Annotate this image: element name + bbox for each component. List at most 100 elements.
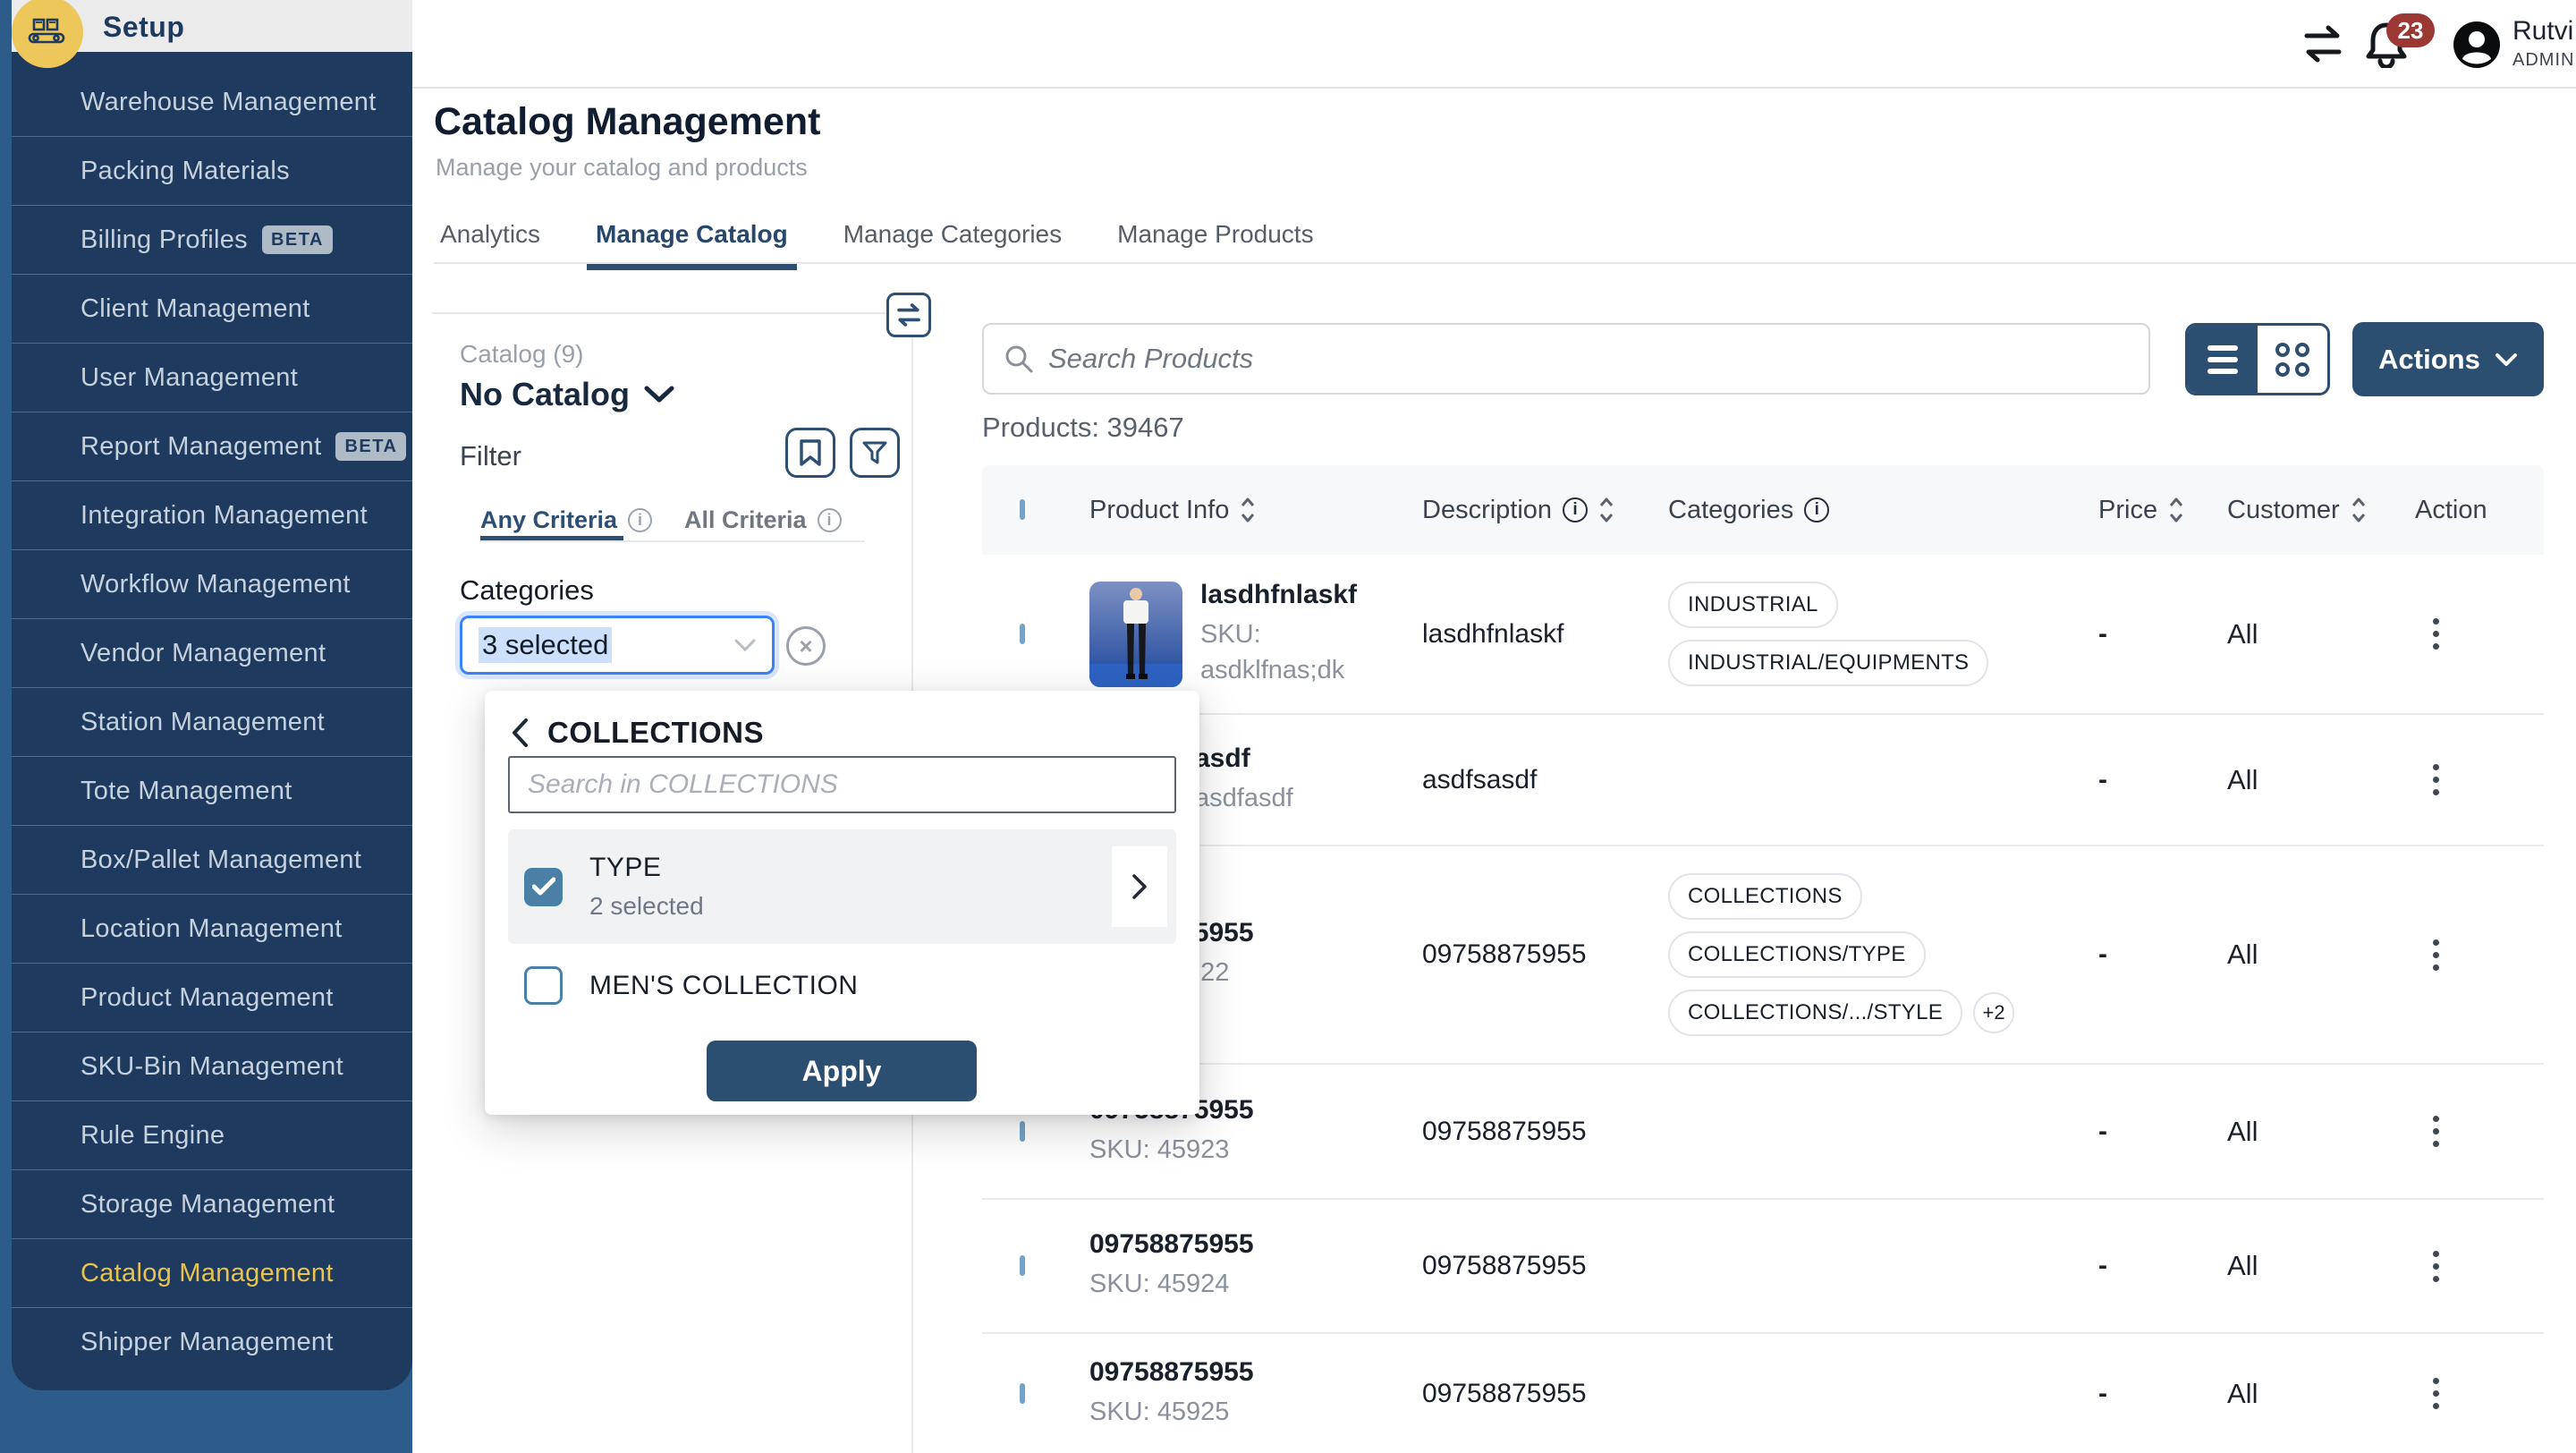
sidebar-item-integration-management[interactable]: Integration Management bbox=[12, 481, 412, 550]
sidebar-item-packing-materials[interactable]: Packing Materials bbox=[12, 137, 412, 206]
category-chip: INDUSTRIAL/EQUIPMENTS bbox=[1668, 640, 1988, 686]
tab-all-criteria[interactable]: All Criteria i bbox=[684, 506, 842, 534]
back-chevron-icon[interactable] bbox=[510, 718, 530, 748]
product-customer: All bbox=[2227, 1378, 2415, 1410]
row-checkbox[interactable] bbox=[1020, 1255, 1025, 1276]
list-view-button[interactable] bbox=[2188, 326, 2258, 393]
apply-button[interactable]: Apply bbox=[707, 1041, 977, 1101]
sidebar-item-label: Integration Management bbox=[80, 501, 368, 531]
sidebar-item-label: Location Management bbox=[80, 914, 343, 944]
column-price[interactable]: Price bbox=[2098, 496, 2227, 525]
category-chip: COLLECTIONS/.../STYLE bbox=[1668, 990, 1962, 1036]
chevron-down-icon bbox=[2495, 353, 2518, 367]
column-customer[interactable]: Customer bbox=[2227, 496, 2415, 525]
popup-search-input[interactable] bbox=[508, 756, 1176, 813]
sidebar-item-product-management[interactable]: Product Management bbox=[12, 964, 412, 1032]
sidebar-item-workflow-management[interactable]: Workflow Management bbox=[12, 550, 412, 619]
sidebar-item-warehouse-management[interactable]: Warehouse Management bbox=[12, 68, 412, 137]
tab-any-criteria[interactable]: Any Criteria i bbox=[480, 506, 652, 534]
sidebar-item-tote-management[interactable]: Tote Management bbox=[12, 757, 412, 826]
tab-manage-products[interactable]: Manage Products bbox=[1117, 220, 1313, 270]
filter-button[interactable] bbox=[850, 428, 900, 478]
sidebar-item-label: Billing Profiles bbox=[80, 225, 248, 255]
sidebar-item-vendor-management[interactable]: Vendor Management bbox=[12, 619, 412, 688]
row-actions-menu[interactable] bbox=[2415, 939, 2456, 971]
product-name: 09758875955 bbox=[1089, 1229, 1254, 1260]
product-name: asdf bbox=[1195, 743, 1293, 774]
search-products-input[interactable] bbox=[1048, 343, 2129, 375]
sidebar-item-shipper-management[interactable]: Shipper Management bbox=[12, 1308, 412, 1377]
row-actions-menu[interactable] bbox=[2415, 764, 2456, 795]
product-description: lasdhfnlaskf bbox=[1422, 619, 1668, 650]
actions-button[interactable]: Actions bbox=[2352, 322, 2544, 396]
criteria-divider bbox=[480, 540, 865, 542]
product-price: - bbox=[2098, 619, 2227, 650]
option-label: MEN'S COLLECTION bbox=[589, 971, 858, 1001]
column-description[interactable]: Descriptioni bbox=[1422, 496, 1668, 525]
user-role: ADMIN bbox=[2512, 50, 2574, 71]
row-actions-menu[interactable] bbox=[2415, 1378, 2456, 1409]
checkbox-unchecked[interactable] bbox=[524, 966, 563, 1005]
clear-categories-button[interactable]: × bbox=[786, 626, 826, 666]
products-table: Product Info Descriptioni Categoriesi Pr… bbox=[982, 465, 2544, 1453]
notification-count-badge: 23 bbox=[2386, 13, 2435, 47]
tab-manage-categories[interactable]: Manage Categories bbox=[843, 220, 1062, 270]
topbar: 23 Rutvi ADMIN bbox=[412, 0, 2576, 89]
transfer-arrows-icon[interactable] bbox=[2301, 23, 2344, 64]
row-checkbox[interactable] bbox=[1020, 1121, 1025, 1142]
actions-label: Actions bbox=[2378, 344, 2480, 376]
product-price: - bbox=[2098, 765, 2227, 795]
sidebar-menu: Warehouse Management Packing Materials B… bbox=[12, 52, 412, 1390]
sidebar-item-location-management[interactable]: Location Management bbox=[12, 895, 412, 964]
row-actions-menu[interactable] bbox=[2415, 1116, 2456, 1147]
categories-select[interactable]: 3 selected bbox=[460, 616, 775, 675]
checkbox-checked[interactable] bbox=[524, 868, 563, 906]
sidebar-item-client-management[interactable]: Client Management bbox=[12, 275, 412, 344]
info-icon: i bbox=[1804, 497, 1829, 523]
row-actions-menu[interactable] bbox=[2415, 618, 2456, 650]
all-criteria-label: All Criteria bbox=[684, 506, 807, 534]
sidebar-item-catalog-management[interactable]: Catalog Management bbox=[12, 1239, 412, 1308]
select-all-checkbox[interactable] bbox=[1020, 499, 1025, 520]
column-categories[interactable]: Categoriesi bbox=[1668, 496, 2098, 525]
beta-badge: BETA bbox=[335, 432, 406, 461]
saved-filters-button[interactable] bbox=[785, 428, 835, 478]
sidebar-item-report-management[interactable]: Report ManagementBETA bbox=[12, 412, 412, 481]
row-checkbox[interactable] bbox=[1020, 624, 1025, 644]
expand-children-button[interactable] bbox=[1112, 846, 1167, 927]
product-description: 09758875955 bbox=[1422, 1379, 1668, 1409]
tab-manage-catalog[interactable]: Manage Catalog bbox=[596, 220, 788, 270]
sort-icon bbox=[2351, 497, 2367, 523]
sidebar-item-label: Storage Management bbox=[80, 1190, 335, 1219]
catalog-selector[interactable]: No Catalog bbox=[460, 376, 674, 413]
grid-view-button[interactable] bbox=[2258, 326, 2327, 393]
column-product-info[interactable]: Product Info bbox=[1089, 496, 1422, 525]
category-chip: INDUSTRIAL bbox=[1668, 582, 1838, 628]
sidebar-item-billing-profiles[interactable]: Billing ProfilesBETA bbox=[12, 206, 412, 275]
category-chip: COLLECTIONS bbox=[1668, 873, 1862, 920]
row-checkbox[interactable] bbox=[1020, 1383, 1025, 1404]
product-image bbox=[1089, 582, 1182, 687]
product-name: lasdhfnlaskf bbox=[1200, 580, 1379, 610]
sidebar-item-label: SKU-Bin Management bbox=[80, 1052, 343, 1082]
user-avatar-icon[interactable] bbox=[2452, 20, 2502, 70]
sidebar: Setup Warehouse Management Packing Mater… bbox=[0, 0, 412, 1453]
sidebar-item-box-pallet-management[interactable]: Box/Pallet Management bbox=[12, 826, 412, 895]
collapse-panel-button[interactable] bbox=[886, 293, 931, 337]
table-row: 09758875955 SKU: 45925 09758875955 - All bbox=[982, 1334, 2544, 1453]
sidebar-item-user-management[interactable]: User Management bbox=[12, 344, 412, 412]
sidebar-item-rule-engine[interactable]: Rule Engine bbox=[12, 1101, 412, 1170]
grid-icon bbox=[2275, 343, 2309, 377]
option-row-type[interactable]: TYPE 2 selected bbox=[508, 829, 1176, 944]
more-categories-badge[interactable]: +2 bbox=[1973, 992, 2014, 1033]
sidebar-item-storage-management[interactable]: Storage Management bbox=[12, 1170, 412, 1239]
chevron-down-icon bbox=[644, 386, 674, 404]
sidebar-item-label: Packing Materials bbox=[80, 157, 290, 186]
row-actions-menu[interactable] bbox=[2415, 1251, 2456, 1282]
info-icon: i bbox=[1563, 497, 1588, 523]
sidebar-item-label: Client Management bbox=[80, 294, 310, 324]
sidebar-item-sku-bin-management[interactable]: SKU-Bin Management bbox=[12, 1032, 412, 1101]
tab-analytics[interactable]: Analytics bbox=[440, 220, 540, 270]
option-row-mens-collection[interactable]: MEN'S COLLECTION bbox=[524, 966, 858, 1005]
sidebar-item-station-management[interactable]: Station Management bbox=[12, 688, 412, 757]
